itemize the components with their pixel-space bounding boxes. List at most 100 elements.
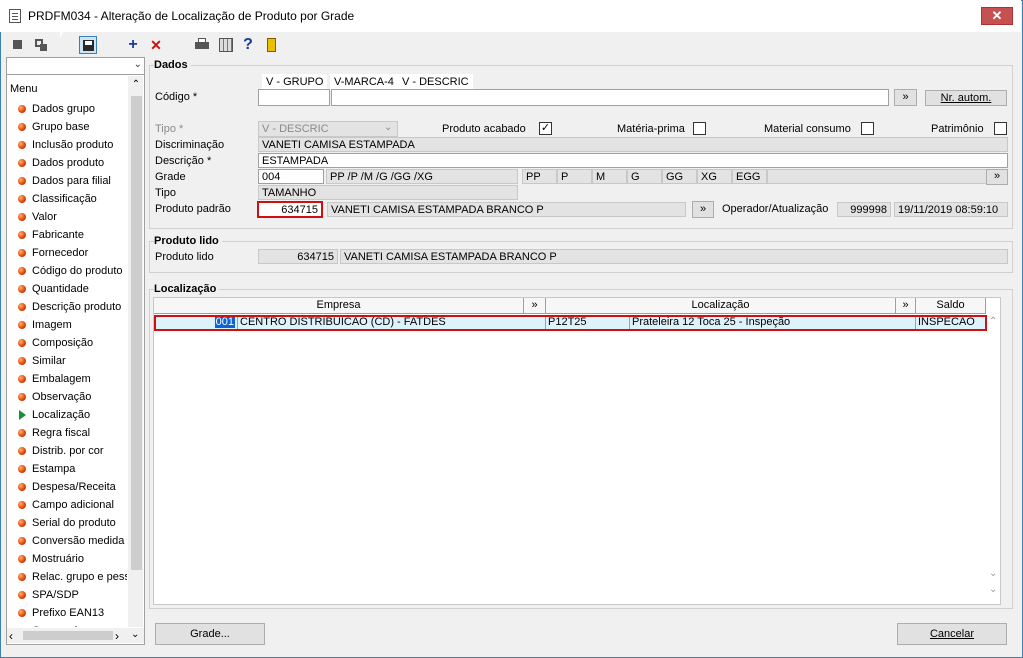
- grade-lookup-button[interactable]: »: [986, 169, 1008, 185]
- descricao-input[interactable]: ESTAMPADA: [258, 153, 1008, 168]
- sidebar-item-label: Similar: [32, 355, 66, 367]
- sidebar-item[interactable]: Dados grupo: [15, 100, 127, 118]
- tab-descric[interactable]: V - DESCRIC: [398, 74, 473, 90]
- save-icon[interactable]: [79, 36, 97, 54]
- localizacao-title: Localização: [154, 283, 220, 295]
- add-icon[interactable]: +: [124, 36, 142, 54]
- cancelar-button[interactable]: Cancelar: [897, 623, 1007, 645]
- grid-scroll-up-icon[interactable]: ⌃: [989, 316, 997, 327]
- sidebar-item[interactable]: Localização: [15, 406, 127, 424]
- bullet-icon: [18, 573, 26, 581]
- size-cell: PP: [522, 169, 557, 184]
- operador-field: 999998: [837, 202, 891, 217]
- material-consumo-checkbox[interactable]: [861, 122, 874, 135]
- menu-list: Menu Dados grupo Grupo base Inclusão produ…: [7, 76, 144, 627]
- grid-vertical-scrollbar[interactable]: [986, 315, 1000, 604]
- sidebar-item[interactable]: SPA/SDP: [15, 586, 127, 604]
- sidebar-item[interactable]: Fabricante: [15, 226, 127, 244]
- sidebar-item[interactable]: Dados produto: [15, 154, 127, 172]
- codigo-lookup-button[interactable]: »: [894, 89, 917, 106]
- sidebar-item[interactable]: Estampa: [15, 460, 127, 478]
- grade-code-input[interactable]: 004: [258, 169, 324, 184]
- help-icon[interactable]: ?: [239, 36, 257, 54]
- sidebar-item[interactable]: Fornecedor: [15, 244, 127, 262]
- col-empresa[interactable]: Empresa: [154, 298, 524, 314]
- size-cell-empty: [767, 169, 988, 184]
- delete-icon[interactable]: ✕: [147, 36, 165, 54]
- sidebar-item[interactable]: Código do produto: [15, 262, 127, 280]
- tipo-label: Tipo *: [155, 123, 184, 135]
- sidebar-item[interactable]: Valor: [15, 208, 127, 226]
- sidebar-item-label: Inclusão produto: [32, 139, 114, 151]
- grade-label: Grade: [155, 171, 186, 183]
- sidebar-item[interactable]: Imagem: [15, 316, 127, 334]
- bullet-icon: [18, 375, 26, 383]
- sidebar-item[interactable]: Prefixo EAN13: [15, 604, 127, 622]
- sidebar-item[interactable]: Descrição produto: [15, 298, 127, 316]
- copy-icon[interactable]: [32, 36, 50, 54]
- produto-padrao-code-input[interactable]: 634715: [257, 201, 323, 218]
- sidebar-item[interactable]: Regra fiscal: [15, 424, 127, 442]
- grade-button[interactable]: Grade...: [155, 623, 265, 645]
- chevron-down-icon[interactable]: ⌄: [134, 59, 142, 70]
- materia-prima-checkbox[interactable]: [693, 122, 706, 135]
- sidebar-item[interactable]: Serial do produto: [15, 514, 127, 532]
- col-localizacao[interactable]: Localização: [546, 298, 896, 314]
- menu-combo[interactable]: ⌄: [7, 58, 144, 75]
- tab-grupo[interactable]: V - GRUPO: [262, 74, 328, 90]
- sidebar-item[interactable]: Similar: [15, 352, 127, 370]
- sidebar-item-label: Dados produto: [32, 157, 105, 169]
- sidebar-item[interactable]: Embalagem: [15, 370, 127, 388]
- codigo-extra-input[interactable]: [331, 89, 889, 106]
- sidebar-item[interactable]: Despesa/Receita: [15, 478, 127, 496]
- sidebar-item[interactable]: Grupo base: [15, 118, 127, 136]
- sidebar-item[interactable]: Distrib. por cor: [15, 442, 127, 460]
- localizacao-lookup-button[interactable]: »: [896, 298, 916, 314]
- produto-padrao-desc-field: VANETI CAMISA ESTAMPADA BRANCO P: [327, 202, 686, 217]
- scroll-right-icon[interactable]: ›: [115, 629, 119, 643]
- scroll-up-icon[interactable]: ⌃: [131, 79, 141, 90]
- sidebar-item-label: Fornecedor: [32, 247, 89, 259]
- sidebar-item[interactable]: Comprador: [15, 622, 127, 627]
- grid-scroll-down-icon[interactable]: ⌄: [989, 568, 997, 579]
- sidebar-item[interactable]: Composição: [15, 334, 127, 352]
- produto-padrao-lookup-button[interactable]: »: [692, 201, 714, 218]
- print-icon[interactable]: [193, 36, 211, 54]
- nr-autom-button[interactable]: Nr. autom.: [925, 90, 1007, 106]
- tab-marca[interactable]: V-MARCA-4: [330, 74, 398, 90]
- calculator-icon[interactable]: [217, 36, 235, 54]
- app-document-icon: [9, 9, 21, 23]
- sidebar-item[interactable]: Dados para filial: [15, 172, 127, 190]
- scroll-left-icon[interactable]: ‹: [9, 629, 13, 643]
- sidebar-item[interactable]: Inclusão produto: [15, 136, 127, 154]
- first-record-icon[interactable]: [9, 36, 27, 54]
- scroll-down-icon[interactable]: ⌄: [131, 629, 139, 640]
- sidebar-item-label: Valor: [32, 211, 57, 223]
- grid-scroll-bottom-icon[interactable]: ⌄: [989, 584, 997, 595]
- sidebar-item[interactable]: Campo adicional: [15, 496, 127, 514]
- sidebar-item[interactable]: Quantidade: [15, 280, 127, 298]
- bullet-icon: [18, 591, 26, 599]
- patrimonio-checkbox[interactable]: [994, 122, 1007, 135]
- sidebar-item[interactable]: Mostruário: [15, 550, 127, 568]
- sidebar-item-label: Imagem: [32, 319, 72, 331]
- bullet-icon: [18, 501, 26, 509]
- sidebar-item[interactable]: Conversão medida: [15, 532, 127, 550]
- sidebar-item-label: Embalagem: [32, 373, 91, 385]
- tipo-select[interactable]: V - DESCRIC: [258, 121, 398, 137]
- empresa-lookup-button[interactable]: »: [524, 298, 546, 314]
- produto-acabado-checkbox[interactable]: ✓: [539, 122, 552, 135]
- sidebar-item[interactable]: Relac. grupo e pess: [15, 568, 127, 586]
- col-saldo[interactable]: Saldo: [916, 298, 986, 314]
- sidebar-item[interactable]: Observação: [15, 388, 127, 406]
- menu-hscroll-thumb[interactable]: [23, 631, 113, 640]
- menu-scroll-thumb[interactable]: [131, 96, 142, 570]
- close-button[interactable]: ✕: [981, 7, 1013, 25]
- exit-door-icon[interactable]: [263, 36, 281, 54]
- sidebar-item-label: Despesa/Receita: [32, 481, 116, 493]
- produto-lido-title: Produto lido: [154, 235, 222, 247]
- materia-prima-label: Matéria-prima: [617, 123, 685, 135]
- codigo-input[interactable]: [258, 89, 330, 106]
- sidebar-item[interactable]: Classificação: [15, 190, 127, 208]
- bullet-icon: [18, 429, 26, 437]
